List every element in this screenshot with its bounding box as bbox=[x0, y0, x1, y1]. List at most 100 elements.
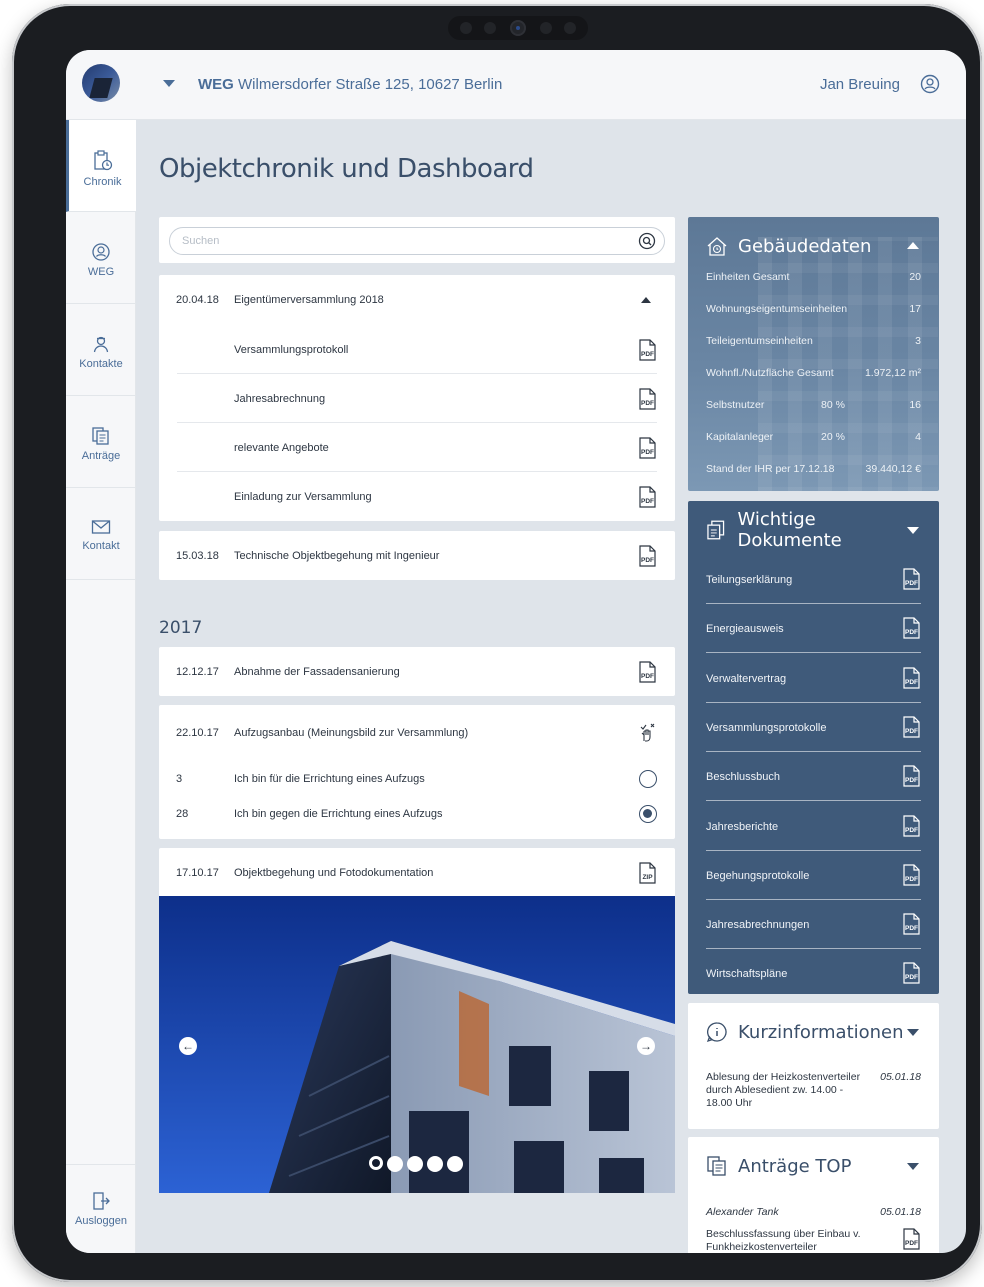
document-row[interactable]: relevante Angebote PDF bbox=[159, 423, 675, 472]
pdf-icon[interactable]: PDF bbox=[637, 661, 657, 683]
timeline-entry-header[interactable]: 20.04.18 Eigentümerversammlung 2018 bbox=[159, 275, 675, 324]
sidebar-item-weg[interactable]: WEG bbox=[66, 212, 136, 304]
pdf-icon[interactable]: PDF bbox=[901, 765, 921, 787]
pdf-icon[interactable]: PDF bbox=[901, 716, 921, 738]
property-address: Wilmersdorfer Straße 125, 10627 Berlin bbox=[238, 76, 503, 93]
panel-title: Gebäudedaten bbox=[738, 235, 872, 257]
pdf-icon[interactable]: PDF bbox=[901, 962, 921, 984]
svg-text:ZIP: ZIP bbox=[642, 874, 653, 881]
top-bar: WEG Wilmersdorfer Straße 125, 10627 Berl… bbox=[66, 50, 966, 120]
svg-text:PDF: PDF bbox=[641, 400, 654, 407]
tablet-frame: WEG Wilmersdorfer Straße 125, 10627 Berl… bbox=[12, 4, 982, 1282]
radio-unselected[interactable] bbox=[639, 770, 657, 788]
expand-icon[interactable] bbox=[907, 1029, 919, 1036]
zip-icon[interactable]: ZIP bbox=[637, 862, 657, 884]
panel-title: Anträge TOP bbox=[738, 1155, 852, 1177]
document-row[interactable]: Versammlungsprotokoll PDF bbox=[159, 325, 675, 374]
sidebar-item-kontakt[interactable]: Kontakt bbox=[66, 488, 136, 580]
panel-header[interactable]: Kurzinformationen bbox=[706, 1019, 921, 1045]
gallery-dot[interactable] bbox=[369, 1156, 383, 1170]
poll-option[interactable]: 3 Ich bin für die Errichtung eines Aufzu… bbox=[159, 761, 675, 797]
document-label: Versammlungsprotokolle bbox=[706, 721, 827, 734]
search-icon[interactable] bbox=[638, 232, 656, 250]
document-label: Begehungsprotokolle bbox=[706, 869, 810, 882]
pdf-icon[interactable]: PDF bbox=[901, 1228, 921, 1250]
document-row[interactable]: Jahresberichte PDF bbox=[706, 802, 921, 851]
user-profile-icon[interactable] bbox=[920, 74, 940, 94]
document-row[interactable]: Beschlussbuch PDF bbox=[706, 752, 921, 802]
pdf-icon[interactable]: PDF bbox=[637, 437, 657, 459]
sidebar-item-kontakte[interactable]: Kontakte bbox=[66, 304, 136, 396]
document-row[interactable]: Verwaltervertrag PDF bbox=[706, 654, 921, 703]
pdf-icon[interactable]: PDF bbox=[901, 864, 921, 886]
sidebar-item-label: Chronik bbox=[83, 176, 122, 188]
radio-selected[interactable] bbox=[639, 805, 657, 823]
collapse-icon[interactable] bbox=[907, 242, 919, 249]
document-label: Verwaltervertrag bbox=[706, 672, 787, 685]
svg-text:PDF: PDF bbox=[905, 827, 918, 834]
documents-icon bbox=[707, 520, 725, 540]
entry-date: 22.10.17 bbox=[176, 726, 219, 739]
panel-header[interactable]: Anträge TOP bbox=[706, 1153, 921, 1179]
panel-header[interactable]: Gebäudedaten bbox=[706, 233, 921, 259]
property-avatar[interactable] bbox=[82, 64, 120, 102]
document-label: Energieausweis bbox=[706, 623, 784, 636]
timeline-entry[interactable]: 17.10.17 Objektbegehung und Fotodokument… bbox=[159, 848, 675, 897]
svg-text:PDF: PDF bbox=[905, 876, 918, 883]
gallery-next-button[interactable]: → bbox=[637, 1037, 655, 1055]
gallery-dot[interactable] bbox=[427, 1156, 443, 1172]
sidebar-item-antraege[interactable]: Anträge bbox=[66, 396, 136, 488]
gallery-prev-button[interactable]: ← bbox=[179, 1037, 197, 1055]
document-row[interactable]: Versammlungsprotokolle PDF bbox=[706, 703, 921, 752]
chevron-down-icon[interactable] bbox=[163, 80, 175, 87]
poll-option[interactable]: 28 Ich bin gegen die Errichtung eines Au… bbox=[159, 796, 675, 832]
search-box[interactable] bbox=[169, 227, 665, 255]
collapse-icon[interactable] bbox=[641, 297, 651, 303]
svg-text:PDF: PDF bbox=[905, 728, 918, 735]
document-row[interactable]: Jahresabrechnungen PDF bbox=[706, 900, 921, 950]
gallery-dot[interactable] bbox=[387, 1156, 403, 1172]
logout-label: Ausloggen bbox=[75, 1215, 127, 1227]
search-card bbox=[159, 217, 675, 263]
panel-header[interactable]: Wichtige Dokumente bbox=[706, 509, 921, 551]
sidebar: Chronik WEG Kontakte Anträge Kontakt Aus… bbox=[66, 120, 136, 1253]
pdf-icon[interactable]: PDF bbox=[901, 666, 921, 689]
document-row[interactable]: Begehungsprotokolle PDF bbox=[706, 851, 921, 900]
user-name[interactable]: Jan Breuing bbox=[820, 76, 900, 93]
pdf-icon[interactable]: PDF bbox=[637, 339, 657, 361]
stat-row: Teileigentumseinheiten 3 bbox=[706, 335, 921, 347]
panel-title: Kurzinformationen bbox=[738, 1021, 904, 1043]
pdf-icon[interactable]: PDF bbox=[637, 486, 657, 508]
pdf-icon[interactable]: PDF bbox=[901, 568, 921, 590]
pdf-icon[interactable]: PDF bbox=[637, 388, 657, 410]
stat-row: Wohnfl./Nutzfläche Gesamt 1.972,12 m² bbox=[706, 367, 921, 379]
pdf-icon[interactable]: PDF bbox=[637, 545, 657, 567]
logout-button[interactable]: Ausloggen bbox=[66, 1164, 136, 1253]
pdf-icon[interactable]: PDF bbox=[901, 913, 921, 935]
search-input[interactable] bbox=[182, 232, 622, 250]
document-row[interactable]: Teilungserklärung PDF bbox=[706, 555, 921, 604]
document-row[interactable]: Energieausweis PDF bbox=[706, 604, 921, 654]
gallery-dot[interactable] bbox=[407, 1156, 423, 1172]
expand-icon[interactable] bbox=[907, 1163, 919, 1170]
property-selector[interactable]: WEG Wilmersdorfer Straße 125, 10627 Berl… bbox=[198, 76, 502, 93]
entry-title: Objektbegehung und Fotodokumentation bbox=[234, 866, 434, 879]
document-row[interactable]: Einladung zur Versammlung PDF bbox=[159, 472, 675, 521]
document-row[interactable]: Wirtschaftspläne PDF bbox=[706, 949, 921, 998]
pdf-icon[interactable]: PDF bbox=[901, 617, 921, 639]
pdf-icon[interactable]: PDF bbox=[901, 814, 921, 837]
photo-gallery[interactable]: ← → bbox=[159, 896, 675, 1193]
gallery-dot[interactable] bbox=[447, 1156, 463, 1172]
svg-text:PDF: PDF bbox=[905, 925, 918, 932]
expand-icon[interactable] bbox=[907, 527, 919, 534]
stat-row: Wohnungseigentumseinheiten 17 bbox=[706, 303, 921, 315]
entry-date: 20.04.18 bbox=[176, 293, 219, 306]
kontakte-icon bbox=[93, 336, 109, 353]
document-row[interactable]: Jahresabrechnung PDF bbox=[159, 374, 675, 423]
timeline-entry[interactable]: 12.12.17 Abnahme der Fassadensanierung P… bbox=[159, 647, 675, 696]
svg-text:PDF: PDF bbox=[641, 557, 654, 564]
sidebar-item-chronik[interactable]: Chronik bbox=[66, 120, 136, 212]
timeline-entry[interactable]: 15.03.18 Technische Objektbegehung mit I… bbox=[159, 531, 675, 580]
antraege-top-panel: Anträge TOP Alexander Tank 05.01.18 Besc… bbox=[688, 1137, 939, 1253]
svg-text:PDF: PDF bbox=[905, 580, 918, 587]
